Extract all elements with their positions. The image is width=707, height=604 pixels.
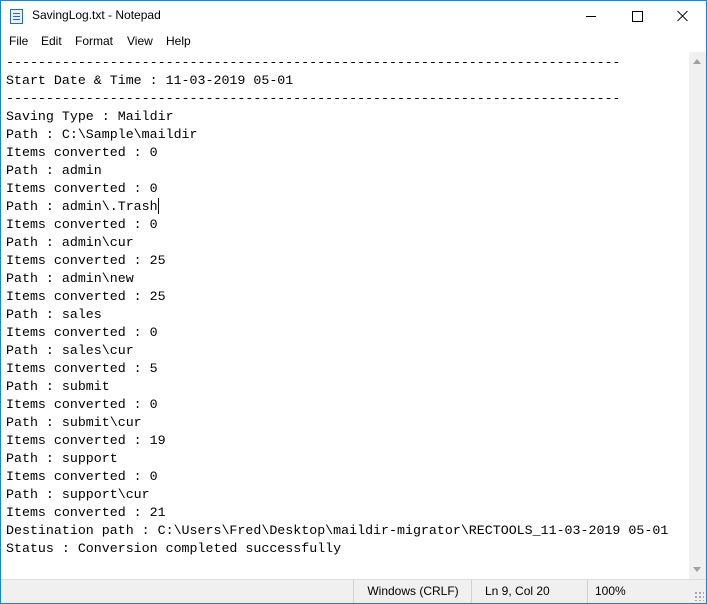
resize-grip-icon[interactable] <box>694 591 704 601</box>
menu-format[interactable]: Format <box>75 34 113 48</box>
menu-file[interactable]: File <box>9 34 28 48</box>
scroll-up-arrow-icon[interactable] <box>693 59 701 64</box>
notepad-window: SavingLog.txt - Notepad File Edit Format… <box>0 0 707 604</box>
status-encoding: Windows (CRLF) <box>353 580 472 603</box>
scroll-down-arrow-icon[interactable] <box>693 567 701 572</box>
status-cursor-position: Ln 9, Col 20 <box>471 580 587 603</box>
notepad-icon <box>10 9 23 24</box>
title-bar[interactable]: SavingLog.txt - Notepad <box>1 1 706 31</box>
menu-bar: File Edit Format View Help <box>1 31 706 51</box>
editor-content[interactable]: ----------------------------------------… <box>6 54 668 558</box>
minimize-icon <box>586 15 596 17</box>
status-bar: Windows (CRLF) Ln 9, Col 20 100% <box>1 579 706 603</box>
maximize-icon <box>631 10 643 22</box>
menu-help[interactable]: Help <box>166 34 191 48</box>
status-zoom: 100% <box>587 580 687 603</box>
menu-edit[interactable]: Edit <box>41 34 62 48</box>
minimize-button[interactable] <box>568 1 614 31</box>
vertical-scrollbar[interactable] <box>689 52 706 579</box>
window-title: SavingLog.txt - Notepad <box>32 8 161 22</box>
maximize-button[interactable] <box>614 1 660 31</box>
close-button[interactable] <box>660 1 706 31</box>
close-icon <box>677 10 689 22</box>
text-editor[interactable]: ----------------------------------------… <box>1 52 689 579</box>
text-caret <box>158 198 159 214</box>
menu-view[interactable]: View <box>127 34 153 48</box>
